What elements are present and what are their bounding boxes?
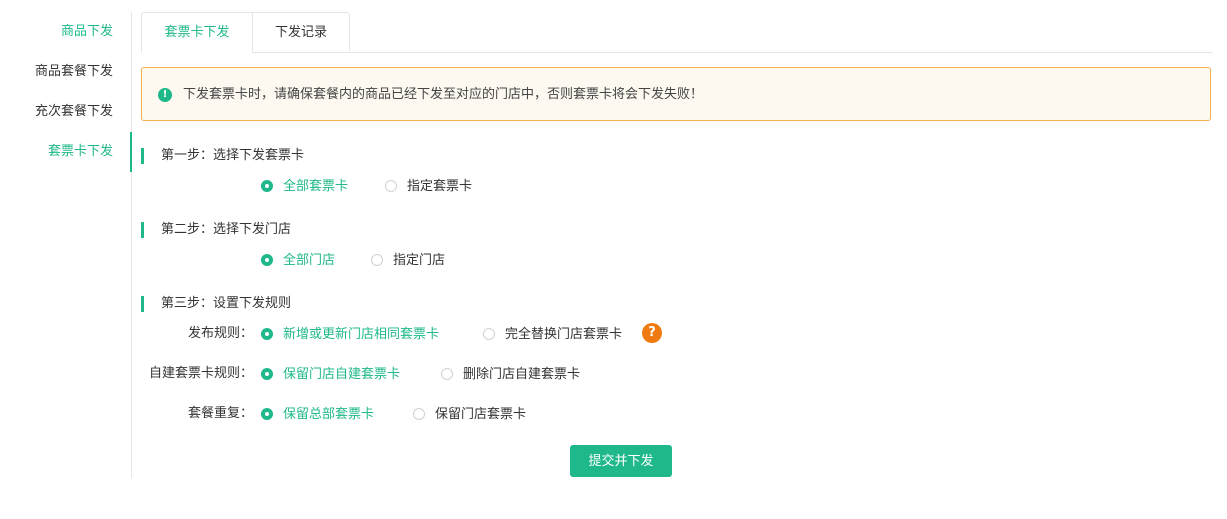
- sidebar-active-indicator: [130, 132, 132, 172]
- radio-keep-hq-cards[interactable]: 保留总部套票卡: [261, 405, 374, 425]
- tab-dispatch-records[interactable]: 下发记录: [252, 12, 350, 51]
- radio-label: 全部套票卡: [283, 179, 349, 194]
- warning-text: 下发套票卡时，请确保套餐内的商品已经下发至对应的门店中，否则套票卡将会下发失败！: [183, 87, 704, 102]
- radio-all-stores[interactable]: 全部门店: [261, 251, 335, 271]
- step2-title: 第二步：选择下发门店: [141, 222, 291, 238]
- sidebar-item-product-package-dispatch[interactable]: 商品套餐下发: [35, 52, 113, 92]
- radio-checked-icon: [261, 408, 273, 420]
- radio-add-or-update-same-cards[interactable]: 新增或更新门店相同套票卡: [261, 325, 439, 345]
- exclamation-circle-icon: !: [158, 88, 172, 102]
- sidebar: 商品下发 商品套餐下发 充次套餐下发 套票卡下发: [0, 12, 132, 478]
- step3-title: 第三步：设置下发规则: [141, 296, 291, 312]
- radio-unchecked-icon: [441, 368, 453, 380]
- sidebar-item-ticket-card-dispatch[interactable]: 套票卡下发: [48, 132, 113, 172]
- radio-unchecked-icon: [385, 180, 397, 192]
- package-duplicate-label: 套餐重复：: [187, 406, 253, 421]
- step1-title: 第一步：选择下发套票卡: [141, 148, 304, 164]
- radio-label: 完全替换门店套票卡: [505, 327, 623, 342]
- radio-specific-stores[interactable]: 指定门店: [371, 251, 445, 271]
- warning-alert: ! 下发套票卡时，请确保套餐内的商品已经下发至对应的门店中，否则套票卡将会下发失…: [141, 67, 1211, 121]
- submit-dispatch-button[interactable]: 提交并下发: [570, 445, 672, 477]
- radio-label: 全部门店: [283, 253, 336, 268]
- radio-all-ticket-cards[interactable]: 全部套票卡: [261, 177, 348, 197]
- publish-rule-label: 发布规则：: [187, 326, 253, 341]
- radio-label: 保留总部套票卡: [283, 407, 375, 422]
- radio-unchecked-icon: [413, 408, 425, 420]
- radio-checked-icon: [261, 368, 273, 380]
- tab-ticket-card-dispatch[interactable]: 套票卡下发: [141, 12, 253, 53]
- radio-keep-store-self-built-cards[interactable]: 保留门店自建套票卡: [261, 365, 400, 385]
- radio-label: 指定套票卡: [407, 179, 473, 194]
- app: 商品下发 商品套餐下发 充次套餐下发 套票卡下发 套票卡下发 下发记录 ! 下发…: [0, 0, 1227, 519]
- radio-keep-store-cards[interactable]: 保留门店套票卡: [413, 405, 526, 425]
- radio-checked-icon: [261, 180, 273, 192]
- radio-unchecked-icon: [371, 254, 383, 266]
- radio-label: 保留门店自建套票卡: [283, 367, 401, 382]
- radio-label: 保留门店套票卡: [435, 407, 527, 422]
- radio-label: 新增或更新门店相同套票卡: [283, 327, 440, 342]
- tab-bar: 套票卡下发 下发记录: [141, 12, 1213, 53]
- radio-replace-store-cards[interactable]: 完全替换门店套票卡: [483, 325, 622, 345]
- radio-delete-store-self-built-cards[interactable]: 删除门店自建套票卡: [441, 365, 580, 385]
- self-built-rule-label: 自建套票卡规则：: [148, 366, 253, 381]
- radio-checked-icon: [261, 328, 273, 340]
- sidebar-item-recharge-package-dispatch[interactable]: 充次套餐下发: [35, 92, 113, 132]
- radio-label: 指定门店: [393, 253, 446, 268]
- radio-specific-ticket-cards[interactable]: 指定套票卡: [385, 177, 472, 197]
- radio-label: 删除门店自建套票卡: [463, 367, 581, 382]
- radio-unchecked-icon: [483, 328, 495, 340]
- question-circle-icon[interactable]: ?: [642, 323, 662, 343]
- radio-checked-icon: [261, 254, 273, 266]
- sidebar-item-product-dispatch[interactable]: 商品下发: [61, 12, 113, 52]
